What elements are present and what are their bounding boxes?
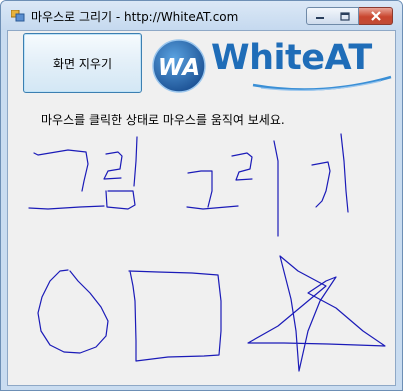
stroke-geu (28, 149, 105, 210)
maximize-button[interactable] (332, 7, 359, 25)
stroke-circle (37, 269, 109, 354)
stroke-ri (231, 140, 279, 237)
drawing-canvas[interactable] (8, 31, 397, 387)
minimize-button[interactable] (306, 7, 333, 25)
stroke-rim-1 (103, 136, 138, 187)
stroke-gi (311, 133, 349, 213)
title-bar[interactable]: 마우스로 그리기 - http://WhiteAT.com (1, 1, 402, 30)
stroke-rim-2 (105, 190, 136, 210)
close-icon (370, 11, 381, 21)
app-window: 마우스로 그리기 - http://WhiteAT.com 화면 지우기 WA … (0, 0, 403, 391)
minimize-icon (315, 17, 324, 19)
app-icon (11, 10, 25, 22)
window-title: 마우스로 그리기 - http://WhiteAT.com (31, 10, 239, 24)
stroke-square (128, 270, 222, 362)
close-button[interactable] (359, 7, 393, 25)
stroke-geu-2 (186, 170, 239, 210)
stroke-star (247, 255, 386, 372)
client-area: 화면 지우기 WA WhiteAT 마우스를 클릭한 상태로 마우스를 움직여 … (7, 30, 396, 386)
maximize-icon (340, 11, 350, 21)
